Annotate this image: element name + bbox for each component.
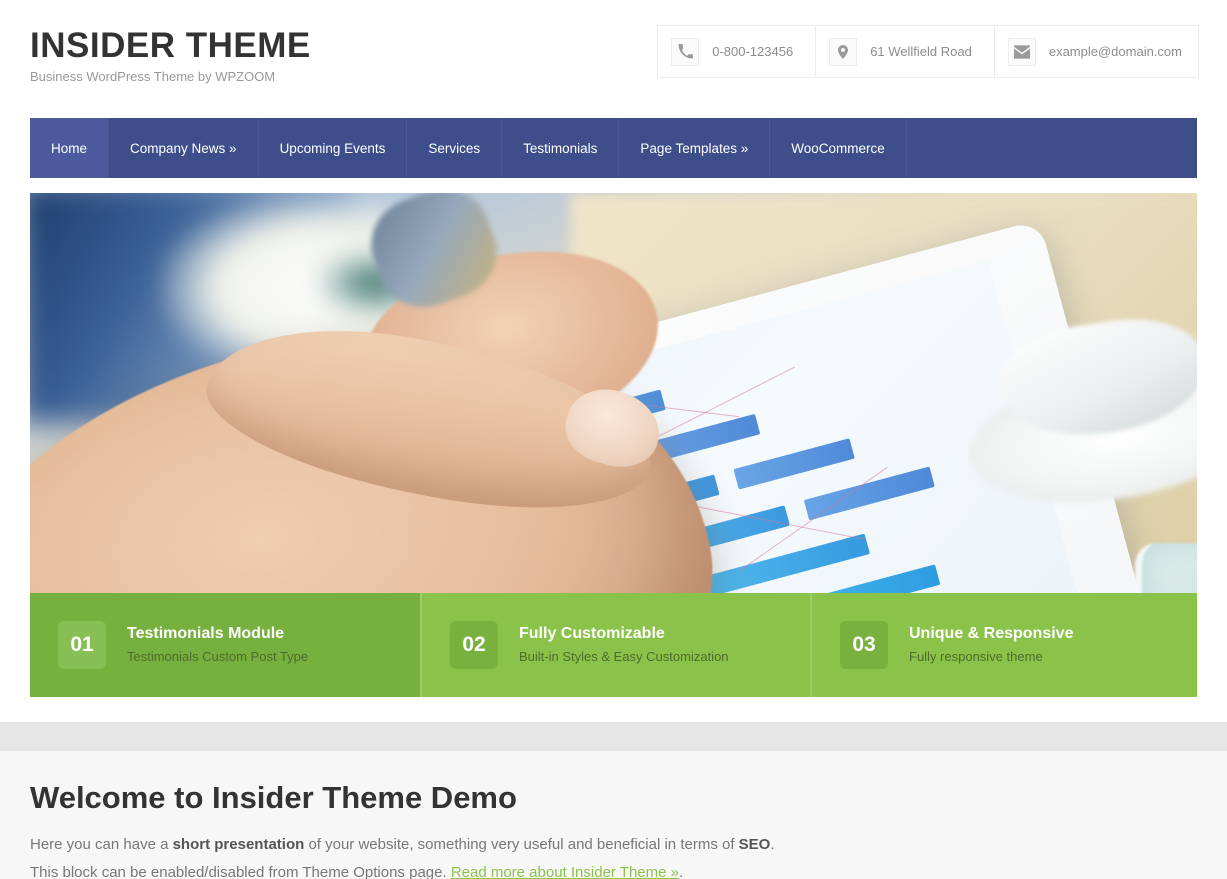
main-navigation: Home Company News » Upcoming Events Serv…: [30, 118, 1197, 178]
feature-subtitle: Built-in Styles & Easy Customization: [519, 649, 729, 664]
feature-boxes: 01 Testimonials Module Testimonials Cust…: [30, 593, 1197, 697]
hero-slider[interactable]: [30, 193, 1197, 593]
welcome-line1-part-a: Here you can have a: [30, 836, 173, 853]
feature-number: 02: [450, 621, 498, 669]
hero-water-glass: [1135, 543, 1197, 593]
contact-email[interactable]: example@domain.com: [995, 26, 1198, 77]
page-title: Welcome to Insider Theme Demo: [30, 780, 517, 815]
contact-email-text: example@domain.com: [1048, 44, 1182, 59]
phone-icon: [671, 37, 700, 66]
logo-title: Insider Theme: [30, 26, 311, 65]
contact-phone[interactable]: 0-800-123456: [658, 26, 817, 77]
nav-item-woocommerce[interactable]: WooCommerce: [770, 118, 907, 178]
section-divider-band: [0, 722, 1227, 751]
feature-number: 01: [58, 621, 106, 669]
site-header: Insider Theme Business WordPress Theme b…: [0, 0, 1227, 104]
welcome-line1-seo: SEO: [738, 836, 771, 853]
logo-tagline: Business WordPress Theme by WPZOOM: [30, 69, 276, 84]
nav-item-testimonials[interactable]: Testimonials: [502, 118, 620, 178]
welcome-line2-part-a: This block can be enabled/disabled from …: [30, 864, 451, 879]
feature-subtitle: Fully responsive theme: [909, 649, 1043, 664]
map-pin-icon: [829, 37, 858, 66]
feature-subtitle: Testimonials Custom Post Type: [127, 649, 309, 664]
welcome-line2-part-b: .: [679, 864, 684, 879]
nav-item-page-templates[interactable]: Page Templates »: [619, 118, 771, 178]
feature-title: Unique & Responsive: [909, 625, 1074, 642]
welcome-line2: This block can be enabled/disabled from …: [30, 864, 683, 879]
nav-item-upcoming-events[interactable]: Upcoming Events: [259, 118, 408, 178]
feature-title: Fully Customizable: [519, 625, 665, 642]
contact-address-text: 61 Wellfield Road: [870, 44, 972, 59]
nav-item-company-news[interactable]: Company News »: [109, 118, 259, 178]
welcome-body: Here you can have a short presentation o…: [30, 831, 775, 879]
nav-item-home[interactable]: Home: [30, 118, 110, 178]
envelope-icon: [1007, 37, 1036, 66]
welcome-section: Welcome to Insider Theme Demo Here you c…: [0, 751, 1227, 879]
read-more-link[interactable]: Read more about Insider Theme »: [451, 864, 679, 879]
nav-item-services[interactable]: Services: [407, 118, 503, 178]
feature-box-3[interactable]: 03 Unique & Responsive Fully responsive …: [810, 593, 1197, 697]
contact-bar: 0-800-123456 61 Wellfield Road example@d…: [657, 25, 1199, 78]
feature-text: Fully Customizable Built-in Styles & Eas…: [519, 623, 729, 667]
welcome-line1-part-e: .: [770, 836, 775, 853]
feature-text: Unique & Responsive Fully responsive the…: [909, 623, 1073, 667]
hero-photo: [30, 193, 1197, 593]
feature-title: Testimonials Module: [127, 625, 285, 642]
feature-box-2[interactable]: 02 Fully Customizable Built-in Styles & …: [420, 593, 810, 697]
contact-phone-text: 0-800-123456: [712, 44, 794, 59]
site-logo[interactable]: Insider Theme Business WordPress Theme b…: [30, 26, 311, 86]
welcome-line1-strong: short presentation: [172, 836, 305, 853]
welcome-line1: Here you can have a short presentation o…: [30, 836, 775, 853]
nav-filler: [907, 118, 1197, 178]
feature-number: 03: [840, 621, 888, 669]
feature-box-1[interactable]: 01 Testimonials Module Testimonials Cust…: [30, 593, 420, 697]
feature-text: Testimonials Module Testimonials Custom …: [127, 623, 308, 667]
welcome-line1-part-c: of your website, something very useful a…: [304, 836, 739, 853]
contact-address[interactable]: 61 Wellfield Road: [816, 26, 995, 77]
page-root: Insider Theme Business WordPress Theme b…: [0, 0, 1227, 879]
